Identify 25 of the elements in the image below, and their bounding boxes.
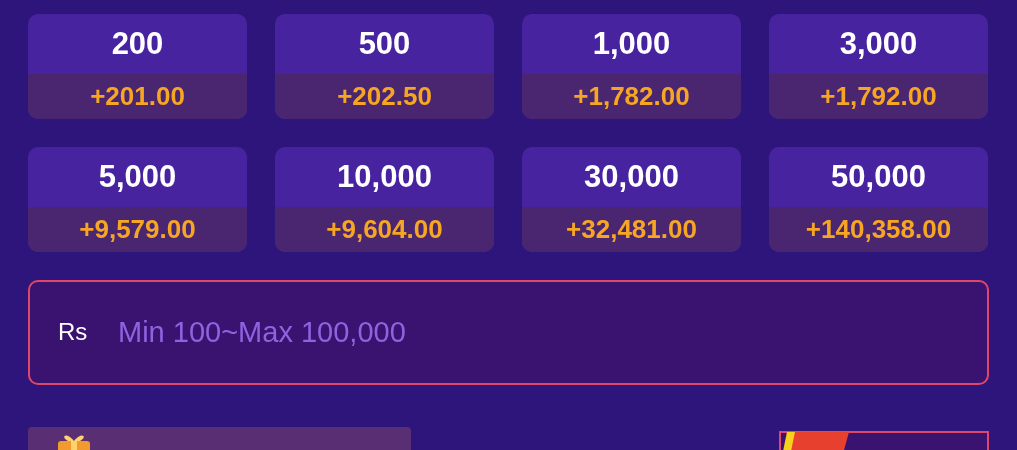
bonus-text: +202.50 xyxy=(275,74,494,119)
amount-text: 30,000 xyxy=(583,158,680,196)
amount-option[interactable]: 200 +201.00 xyxy=(28,14,247,119)
bonus-text: +9,604.00 xyxy=(275,207,494,252)
amount-text: 500 xyxy=(357,25,412,63)
amount-text: 5,000 xyxy=(97,158,178,196)
amount-text: 50,000 xyxy=(830,158,927,196)
amount-text: 200 xyxy=(110,25,165,63)
amount-text: 10,000 xyxy=(336,158,433,196)
bonus-text: +9,579.00 xyxy=(28,207,247,252)
amount-text: 3,000 xyxy=(838,25,919,63)
amount-option[interactable]: 10,000 +9,604.00 xyxy=(275,147,494,252)
amount-option[interactable]: 3,000 +1,792.00 xyxy=(769,14,988,119)
bonus-text: +201.00 xyxy=(28,74,247,119)
currency-label: Rs xyxy=(58,318,88,346)
bonus-text: +32,481.00 xyxy=(522,207,741,252)
bonus-text: +140,358.00 xyxy=(769,207,988,252)
amount-option[interactable]: 500 +202.50 xyxy=(275,14,494,119)
amount-option[interactable]: 50,000 +140,358.00 xyxy=(769,147,988,252)
amount-text: 1,000 xyxy=(591,25,672,63)
bonus-text: +1,782.00 xyxy=(522,74,741,119)
bonus-text: +1,792.00 xyxy=(769,74,988,119)
amount-option[interactable]: 30,000 +32,481.00 xyxy=(522,147,741,252)
amount-option[interactable]: 5,000 +9,579.00 xyxy=(28,147,247,252)
amount-option[interactable]: 1,000 +1,782.00 xyxy=(522,14,741,119)
